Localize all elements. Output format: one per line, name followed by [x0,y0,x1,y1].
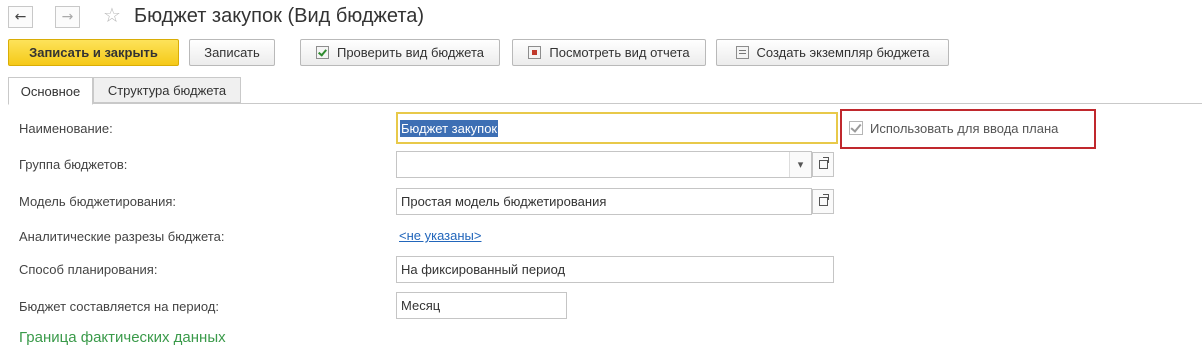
name-field[interactable]: Бюджет закупок [396,112,838,144]
window-title: Бюджет закупок (Вид бюджета) [134,5,425,27]
use-for-plan-label: Использовать для ввода плана [870,121,1059,136]
save-label: Записать [204,45,260,60]
arrow-right-icon: → [61,9,74,25]
analytics-label: Аналитические разрезы бюджета: [19,229,225,244]
forward-button[interactable]: → [55,6,80,28]
open-link-icon [818,194,829,206]
arrow-left-icon: ← [14,9,27,25]
planning-method-value: На фиксированный период [401,262,566,277]
save-and-close-label: Записать и закрыть [29,45,158,60]
create-budget-instance-button[interactable]: Создать экземпляр бюджета [716,39,949,66]
check-document-icon [315,46,329,59]
budget-group-label: Группа бюджетов: [19,157,128,172]
tab-budget-structure-label: Структура бюджета [107,82,227,98]
tab-divider [8,103,1202,104]
budget-group-open-button[interactable] [812,152,834,177]
create-budget-instance-label: Создать экземпляр бюджета [756,45,930,60]
name-label: Наименование: [19,121,113,136]
budget-group-field[interactable] [396,151,812,178]
back-button[interactable]: ← [8,6,33,28]
budget-group-dropdown-button[interactable]: ▾ [789,152,811,177]
check-budget-type-label: Проверить вид бюджета [336,45,485,60]
save-button[interactable]: Записать [189,39,275,66]
use-for-plan-checkbox[interactable] [849,121,863,135]
planning-method-field[interactable]: На фиксированный период [396,256,834,283]
planning-method-label: Способ планирования: [19,262,158,277]
period-label: Бюджет составляется на период: [19,299,219,314]
budget-model-label: Модель бюджетирования: [19,194,177,209]
view-report-type-button[interactable]: Посмотреть вид отчета [512,39,706,66]
budget-model-value: Простая модель бюджетирования [401,194,607,209]
budget-model-field[interactable]: Простая модель бюджетирования [396,188,812,215]
tab-budget-structure[interactable]: Структура бюджета [93,77,241,103]
analytics-link[interactable]: <не указаны> [399,228,481,243]
open-link-icon [818,157,829,169]
document-icon [735,46,749,59]
favorite-star-icon[interactable]: ☆ [103,3,121,27]
actual-data-boundary-heading: Граница фактических данных [19,329,226,346]
name-field-value: Бюджет закупок [400,119,499,137]
period-value: Месяц [401,298,441,313]
chevron-down-icon: ▾ [797,158,804,171]
check-budget-type-button[interactable]: Проверить вид бюджета [300,39,500,66]
tab-main[interactable]: Основное [8,77,93,105]
period-field[interactable]: Месяц [396,292,567,319]
save-and-close-button[interactable]: Записать и закрыть [8,39,179,66]
budget-model-open-button[interactable] [812,189,834,214]
view-report-type-label: Посмотреть вид отчета [549,45,690,60]
report-icon [528,46,542,59]
tab-main-label: Основное [20,83,81,99]
